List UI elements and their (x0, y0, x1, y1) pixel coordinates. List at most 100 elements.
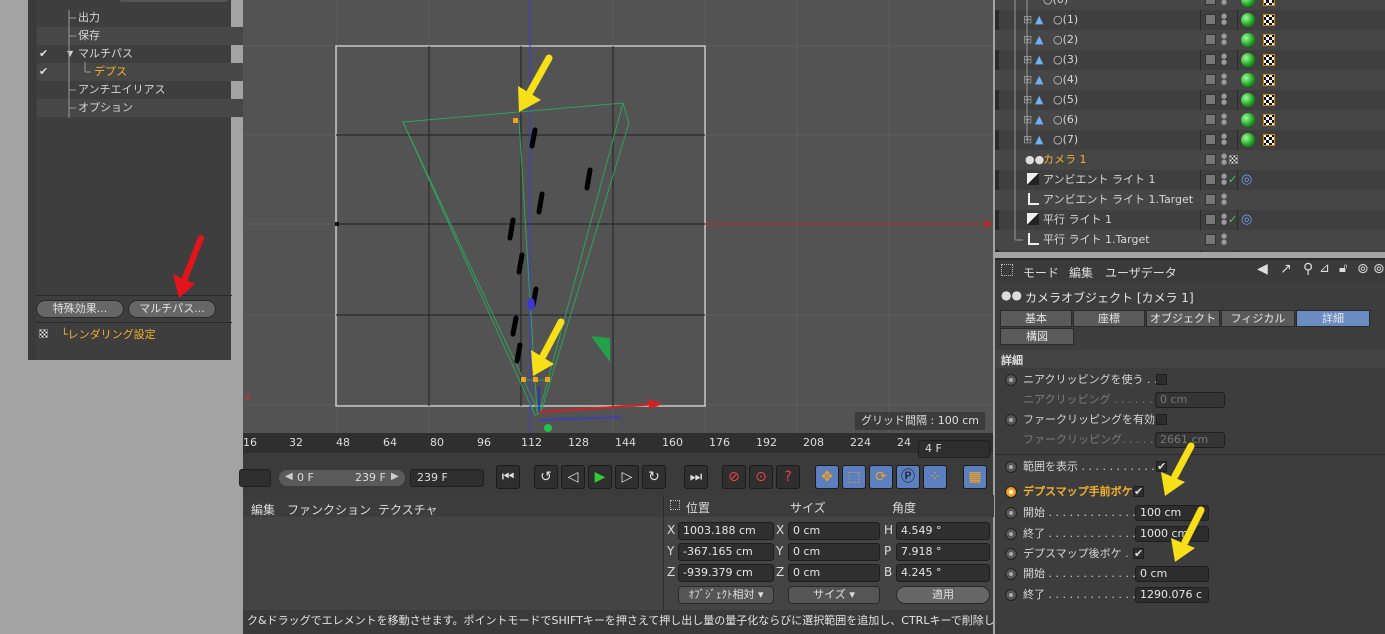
texture-tag-icon[interactable] (1263, 74, 1275, 86)
search-icon[interactable]: ⚲ (1303, 261, 1313, 277)
tab-composition[interactable]: 構図 (1000, 328, 1074, 345)
menu-texture[interactable]: テクスチャ (378, 501, 438, 518)
grip-icon[interactable] (670, 500, 680, 510)
texture-tag-icon[interactable] (1263, 134, 1275, 146)
tab-object[interactable]: オブジェクト (1146, 310, 1220, 327)
layer-icon[interactable] (1205, 134, 1216, 145)
visibility-dots-icon[interactable]: ●● (1221, 233, 1227, 246)
target-tag-icon[interactable]: ◎ (1241, 210, 1252, 230)
position-x-field[interactable]: 1003.188 cm (678, 522, 774, 540)
menu-function[interactable]: ファンクション (287, 501, 371, 518)
layer-icon[interactable] (1205, 174, 1216, 185)
material-tag-icon[interactable] (1241, 13, 1255, 27)
visibility-dots-icon[interactable]: ●● (1221, 173, 1227, 186)
visibility-dots-icon[interactable]: ●● (1221, 33, 1227, 46)
layer-icon[interactable] (1205, 194, 1216, 205)
visibility-dots-icon[interactable]: ●● (1221, 133, 1227, 146)
prop-near-clipping[interactable]: ニアクリッピングを使う . . (999, 370, 1379, 390)
end-frame-field[interactable]: 239 F (410, 469, 484, 487)
near-clipping-checkbox[interactable] (1156, 374, 1167, 385)
far-clipping-checkbox[interactable] (1156, 414, 1167, 425)
menu-edit[interactable]: 編集 (251, 501, 275, 518)
prev-key-icon[interactable]: ↺ (534, 465, 558, 489)
material-tag-icon[interactable] (1241, 0, 1255, 7)
camera-tag-icon[interactable] (1229, 155, 1238, 164)
animation-radio-icon[interactable] (1005, 461, 1017, 473)
auto-key-icon[interactable]: ⊙ (749, 465, 773, 489)
position-z-field[interactable]: -939.379 cm (678, 564, 774, 582)
layer-icon[interactable] (1205, 34, 1216, 45)
layer-icon[interactable] (1205, 234, 1216, 245)
frame-range-slider[interactable]: ◀ 0 F 239 F ▶ (279, 470, 405, 486)
animation-radio-icon[interactable] (1005, 589, 1017, 601)
size-y-field[interactable]: 0 cm (788, 543, 880, 561)
grip-icon[interactable] (1001, 264, 1013, 276)
enabled-check-icon[interactable]: ✓ (1228, 170, 1237, 190)
tab-coordinates[interactable]: 座標 (1073, 310, 1145, 327)
texture-tag-icon[interactable] (1263, 54, 1275, 66)
goto-end-icon[interactable]: ⏭ (684, 465, 708, 489)
texture-tag-icon[interactable] (1263, 0, 1275, 6)
multipass-button[interactable]: マルチパス... (128, 300, 216, 318)
goto-start-icon[interactable]: ⏮ (496, 465, 520, 489)
menu-mode[interactable]: モード (1023, 264, 1059, 281)
animation-radio-icon[interactable] (1005, 374, 1017, 386)
up-arrow-icon[interactable]: ↗ (1280, 261, 1292, 277)
animation-radio-icon[interactable] (1005, 507, 1017, 519)
material-tag-icon[interactable] (1241, 73, 1255, 87)
texture-tag-icon[interactable] (1263, 114, 1275, 126)
keyframe-help-icon[interactable]: ? (776, 465, 800, 489)
timeline[interactable]: 16 32 48 64 80 96 112 128 144 160 176 19… (239, 433, 993, 495)
render-settings-name[interactable]: └レンダリング設定 (61, 326, 156, 342)
prev-frame-icon[interactable]: ◁ (561, 465, 585, 489)
viewport[interactable]: x グリッド間隔 : 100 cm (243, 0, 993, 433)
material-tag-icon[interactable] (1241, 53, 1255, 67)
range-right-icon[interactable]: ▶ (391, 471, 399, 482)
animation-radio-icon[interactable] (1005, 528, 1017, 540)
visibility-dots-icon[interactable]: ●● (1221, 53, 1227, 66)
visibility-dots-icon[interactable]: ●● (1221, 73, 1227, 86)
rotation-b-field[interactable]: 4.245 ° (896, 564, 990, 582)
visibility-dots-icon[interactable]: ●● (1221, 193, 1227, 206)
texture-tag-icon[interactable] (1263, 34, 1275, 46)
param-key-icon[interactable]: Ⓟ (896, 465, 920, 489)
enabled-check-icon[interactable]: ✓ (1228, 210, 1237, 230)
scale-key-icon[interactable]: ⬚ (842, 465, 866, 489)
target-tag-icon[interactable]: ◎ (1241, 170, 1252, 190)
layer-icon[interactable] (1205, 0, 1216, 5)
film-icon[interactable]: ▦ (963, 465, 987, 489)
size-x-field[interactable]: 0 cm (788, 522, 880, 540)
current-frame-field[interactable]: 4 F (918, 440, 990, 458)
material-tag-icon[interactable] (1241, 33, 1255, 47)
texture-tag-icon[interactable] (1263, 94, 1275, 106)
coord-mode-dropdown[interactable]: ｵﾌﾞｼﾞｪｸﾄ相対 ▾ (678, 586, 774, 604)
visibility-dots-icon[interactable]: ●● (1221, 93, 1227, 106)
layer-icon[interactable] (1205, 74, 1216, 85)
menu-userdata[interactable]: ユーザデータ (1105, 264, 1177, 281)
move-key-icon[interactable]: ✥ (815, 465, 839, 489)
material-tag-icon[interactable] (1241, 133, 1255, 147)
animation-radio-icon[interactable] (1005, 568, 1017, 580)
animation-radio-icon[interactable] (1005, 548, 1017, 560)
rotation-p-field[interactable]: 7.918 ° (896, 543, 990, 561)
play-icon[interactable]: ▶ (588, 465, 612, 489)
layer-icon[interactable] (1205, 94, 1216, 105)
pla-key-icon[interactable]: ⁘ (923, 465, 947, 489)
layer-icon[interactable] (1205, 214, 1216, 225)
prop-far-clipping[interactable]: ファークリッピングを有効 (999, 410, 1379, 430)
texture-tag-icon[interactable] (1263, 14, 1275, 26)
lock-icon[interactable]: 🔓︎ (1339, 261, 1347, 276)
prop-near-clipping-value[interactable]: ニアクリッピング . . . . . . . 0 cm (999, 390, 1379, 410)
new-view-icon[interactable]: ⊚ (1357, 261, 1369, 277)
record-key-icon[interactable]: ⊘ (722, 465, 746, 489)
visibility-dots-icon[interactable]: ●● (1221, 153, 1227, 166)
layer-icon[interactable] (1205, 154, 1216, 165)
visibility-dots-icon[interactable]: ●● (1221, 0, 1227, 6)
mode-icon[interactable]: ⊿ (1319, 261, 1330, 276)
tab-details[interactable]: 詳細 (1296, 310, 1370, 327)
next-frame-icon[interactable]: ▷ (615, 465, 639, 489)
animation-radio-icon[interactable] (1005, 486, 1017, 498)
animation-radio-icon[interactable] (1005, 414, 1017, 426)
rotate-key-icon[interactable]: ⟳ (869, 465, 893, 489)
tab-physical[interactable]: フィジカル (1221, 310, 1295, 327)
